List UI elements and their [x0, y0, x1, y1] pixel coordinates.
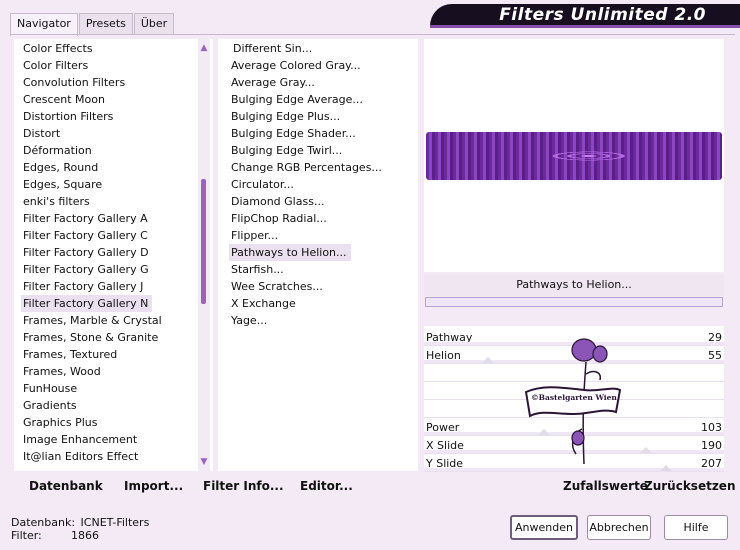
selected-filter-name: Pathways to Helion...: [424, 274, 724, 296]
filter-item[interactable]: Yage...: [229, 312, 271, 329]
filter-item[interactable]: Bulging Edge Shader...: [229, 125, 360, 142]
category-item[interactable]: It@lian Editors Effect: [21, 448, 142, 465]
randomize-button[interactable]: Zufallswerte: [563, 479, 648, 493]
database-button[interactable]: Datenbank: [29, 479, 103, 493]
category-item[interactable]: Frames, Stone & Granite: [21, 329, 162, 346]
slider-knob-icon[interactable]: [482, 357, 494, 363]
filter-item[interactable]: X Exchange: [229, 295, 300, 312]
filter-item[interactable]: Change RGB Percentages...: [229, 159, 386, 176]
status-filter: Filter: 1866: [11, 529, 99, 542]
category-item[interactable]: Edges, Round: [21, 159, 102, 176]
category-item[interactable]: Convolution Filters: [21, 74, 129, 91]
category-item-selected[interactable]: Filter Factory Gallery N: [21, 295, 153, 312]
category-item[interactable]: Filter Factory Gallery D: [21, 244, 153, 261]
scroll-thumb[interactable]: [201, 179, 206, 304]
filter-item[interactable]: Bulging Edge Plus...: [229, 108, 344, 125]
filter-item[interactable]: Different Sin...: [229, 40, 316, 57]
status-filter-value: 1866: [71, 529, 99, 542]
category-item[interactable]: Distort: [21, 125, 64, 142]
filter-info-button[interactable]: Filter Info...: [203, 479, 284, 493]
title-banner: Filters Unlimited 2.0: [430, 4, 740, 28]
filter-item-selected[interactable]: Pathways to Helion...: [229, 244, 351, 261]
category-item[interactable]: Color Effects: [21, 40, 97, 57]
category-scrollbar[interactable]: ▲ ▼: [198, 39, 210, 471]
watermark-text: ©Bastelgarten Wien: [531, 393, 617, 402]
tab-about[interactable]: Über: [133, 13, 175, 35]
scroll-down-icon[interactable]: ▼: [198, 457, 210, 467]
banner-title: Filters Unlimited 2.0: [499, 5, 706, 25]
preview-image: [426, 132, 722, 180]
tab-presets[interactable]: Presets: [78, 13, 133, 35]
import-button[interactable]: Import...: [124, 479, 183, 493]
progress-bar: [425, 297, 723, 307]
category-item[interactable]: Filter Factory Gallery J: [21, 278, 147, 295]
tab-bar: Navigator Presets Über: [10, 13, 175, 36]
category-item[interactable]: Filter Factory Gallery C: [21, 227, 152, 244]
help-button[interactable]: Hilfe: [664, 515, 728, 540]
category-item[interactable]: Frames, Textured: [21, 346, 121, 363]
tab-divider: [10, 34, 735, 35]
category-item[interactable]: Filter Factory Gallery A: [21, 210, 152, 227]
filter-list[interactable]: Different Sin... Average Colored Gray...…: [229, 40, 414, 470]
slider-knob-icon[interactable]: [660, 465, 672, 471]
filter-item[interactable]: Wee Scratches...: [229, 278, 327, 295]
category-item[interactable]: Déformation: [21, 142, 96, 159]
preview-area: [424, 39, 724, 272]
status-database: Datenbank: ICNET-Filters: [11, 516, 149, 529]
filter-item[interactable]: Circulator...: [229, 176, 298, 193]
filter-item[interactable]: Average Colored Gray...: [229, 57, 365, 74]
filter-item[interactable]: Bulging Edge Twirl...: [229, 142, 346, 159]
reset-button[interactable]: Zurücksetzen: [644, 479, 735, 493]
editor-button[interactable]: Editor...: [300, 479, 353, 493]
filter-item[interactable]: FlipChop Radial...: [229, 210, 331, 227]
category-item[interactable]: Edges, Square: [21, 176, 106, 193]
filter-item[interactable]: Flipper...: [229, 227, 282, 244]
category-item[interactable]: enki's filters: [21, 193, 94, 210]
category-item[interactable]: Graphics Plus: [21, 414, 101, 431]
filter-item[interactable]: Average Gray...: [229, 74, 319, 91]
status-filter-label: Filter:: [11, 529, 42, 542]
category-item[interactable]: Gradients: [21, 397, 81, 414]
filter-item[interactable]: Starfish...: [229, 261, 288, 278]
category-item[interactable]: FunHouse: [21, 380, 81, 397]
category-item[interactable]: Frames, Wood: [21, 363, 105, 380]
category-item[interactable]: Crescent Moon: [21, 91, 109, 108]
category-item[interactable]: Frames, Marble & Crystal: [21, 312, 166, 329]
status-database-label: Datenbank:: [11, 516, 76, 529]
filter-item[interactable]: Diamond Glass...: [229, 193, 328, 210]
parameter-panel: Pathway 29 Helion 55 Power 103 X Slide 1…: [424, 326, 724, 472]
scroll-up-icon[interactable]: ▲: [198, 43, 210, 53]
tab-navigator[interactable]: Navigator: [10, 13, 78, 36]
category-item[interactable]: Filter Factory Gallery G: [21, 261, 153, 278]
cancel-button[interactable]: Abbrechen: [587, 515, 651, 540]
category-item[interactable]: Image Enhancement: [21, 431, 141, 448]
category-item[interactable]: Distortion Filters: [21, 108, 117, 125]
watermark-logo: ©Bastelgarten Wien: [524, 338, 622, 465]
apply-button[interactable]: Anwenden: [510, 515, 578, 540]
category-item[interactable]: Color Filters: [21, 57, 92, 74]
category-list[interactable]: Color Effects Color Filters Convolution …: [21, 40, 195, 470]
slider-knob-icon[interactable]: [640, 447, 652, 453]
filter-item[interactable]: Bulging Edge Average...: [229, 91, 367, 108]
status-database-value: ICNET-Filters: [80, 516, 150, 529]
